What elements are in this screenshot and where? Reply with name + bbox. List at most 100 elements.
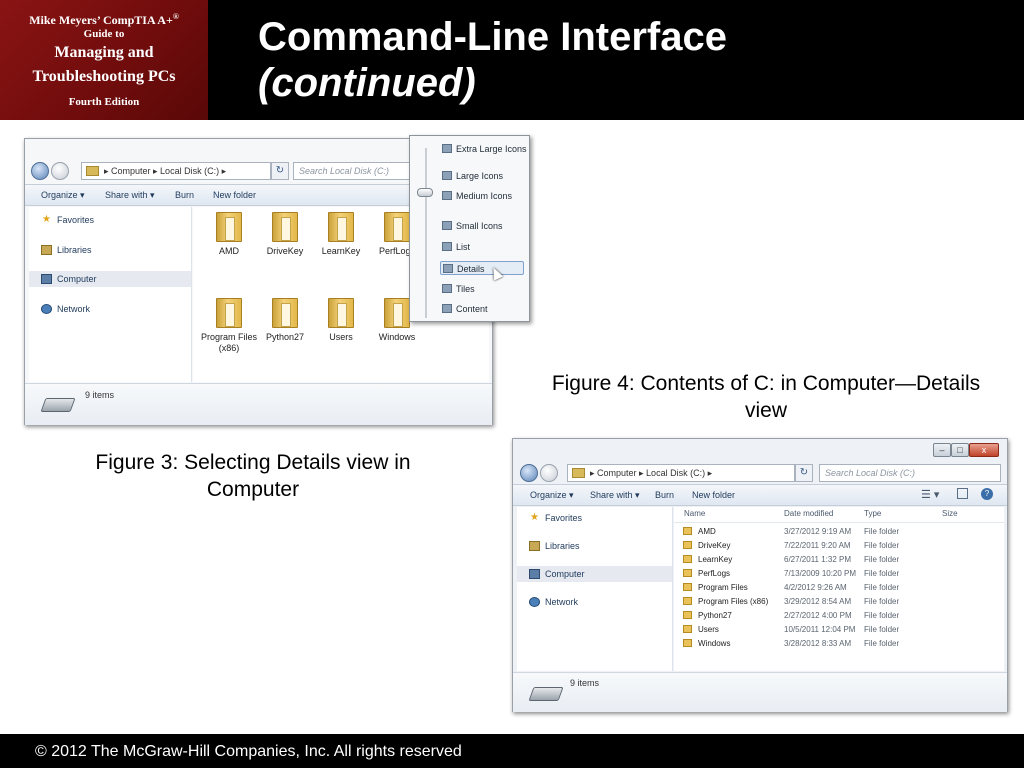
new-folder-button[interactable]: New folder: [213, 190, 256, 200]
nav-label: Favorites: [545, 513, 583, 523]
address-bar[interactable]: ▸ Computer ▸ Local Disk (C:) ▸: [567, 464, 795, 482]
preview-pane-icon[interactable]: [957, 488, 968, 499]
folder-item[interactable]: Program Files (x86): [201, 298, 257, 354]
nav-item-favorites[interactable]: ★ Favorites: [517, 510, 672, 526]
folder-item[interactable]: Python27: [257, 298, 313, 343]
column-header-size[interactable]: Size: [942, 509, 958, 518]
view-menu-item-small-icons[interactable]: Small Icons: [440, 219, 524, 233]
row-name: PerfLogs: [698, 569, 731, 578]
forward-button[interactable]: [540, 464, 558, 482]
slide-footer: © 2012 The McGraw-Hill Companies, Inc. A…: [0, 734, 1024, 768]
medium-icons-icon: [442, 191, 452, 200]
column-header-type[interactable]: Type: [864, 509, 881, 518]
back-button[interactable]: [31, 162, 49, 180]
burn-button[interactable]: Burn: [175, 190, 194, 200]
nav-item-libraries[interactable]: Libraries: [29, 242, 191, 258]
burn-button[interactable]: Burn: [655, 490, 674, 500]
help-icon[interactable]: ?: [981, 488, 993, 500]
nav-label: Favorites: [57, 215, 95, 225]
organize-button[interactable]: Organize ▾: [41, 190, 85, 201]
view-menu-item-tiles[interactable]: Tiles: [440, 282, 524, 296]
view-slider-thumb[interactable]: [417, 188, 433, 197]
table-row[interactable]: Program Files 4/2/2012 9:26 AM File folder: [674, 581, 1004, 595]
search-input[interactable]: Search Local Disk (C:): [819, 464, 1001, 482]
back-button[interactable]: [520, 464, 538, 482]
view-menu-item-large-icons[interactable]: Large Icons: [440, 169, 524, 183]
column-header-date-modified[interactable]: Date modified: [784, 509, 833, 518]
address-bar[interactable]: ▸ Computer ▸ Local Disk (C:) ▸: [81, 162, 271, 180]
table-row[interactable]: Python27 2/27/2012 4:00 PM File folder: [674, 609, 1004, 623]
view-menu-item-details[interactable]: Details: [440, 261, 524, 275]
nav-item-network[interactable]: Network: [29, 301, 191, 317]
table-row[interactable]: Program Files (x86) 3/29/2012 8:54 AM File…: [674, 595, 1004, 609]
nav-item-network[interactable]: Network: [517, 594, 672, 610]
folder-label: Windows: [378, 332, 416, 342]
row-date: 6/27/2011 1:32 PM: [784, 555, 852, 564]
network-icon: [41, 304, 52, 314]
view-menu-label: Large Icons: [456, 171, 504, 181]
row-type: File folder: [864, 555, 900, 564]
view-menu-item-list[interactable]: List: [440, 240, 524, 254]
library-icon: [529, 541, 540, 551]
nav-item-computer[interactable]: Computer: [29, 271, 191, 287]
change-view-icon[interactable]: ☰ ▾: [921, 488, 939, 501]
column-header-name[interactable]: Name: [684, 509, 705, 518]
table-row[interactable]: LearnKey 6/27/2011 1:32 PM File folder: [674, 553, 1004, 567]
nav-item-libraries[interactable]: Libraries: [517, 538, 672, 554]
folder-item[interactable]: Users: [313, 298, 369, 343]
share-with-button[interactable]: Share with ▾: [105, 190, 155, 201]
view-menu-label: Medium Icons: [456, 191, 513, 201]
view-menu-item-content[interactable]: Content: [440, 302, 524, 316]
folder-item[interactable]: LearnKey: [313, 212, 369, 257]
table-row[interactable]: Users 10/5/2011 12:04 PM File folder: [674, 623, 1004, 637]
row-date: 7/22/2011 9:20 AM: [784, 541, 851, 550]
tiles-icon: [442, 284, 452, 293]
folder-label: DriveKey: [266, 246, 304, 256]
search-input[interactable]: Search Local Disk (C:): [293, 162, 413, 180]
nav-item-favorites[interactable]: ★ Favorites: [29, 212, 191, 228]
nav-label: Network: [545, 597, 579, 607]
row-type: File folder: [864, 639, 900, 648]
nav-label: Libraries: [57, 245, 92, 255]
computer-folder-icon: [572, 468, 585, 478]
star-icon: ★: [42, 214, 51, 225]
close-button[interactable]: x: [969, 443, 999, 457]
library-icon: [41, 245, 52, 255]
row-type: File folder: [864, 597, 900, 606]
new-folder-button[interactable]: New folder: [692, 490, 735, 500]
row-type: File folder: [864, 569, 900, 578]
table-row[interactable]: AMD 3/27/2012 9:19 AM File folder: [674, 525, 1004, 539]
share-with-button[interactable]: Share with ▾: [590, 490, 640, 501]
row-type: File folder: [864, 611, 900, 620]
slide-header: Mike Meyers’ CompTIA A+® Guide to Managi…: [0, 0, 1024, 120]
row-type: File folder: [864, 583, 900, 592]
nav-item-computer[interactable]: Computer: [517, 566, 672, 582]
view-menu-item-extra-large-icons[interactable]: Extra Large Icons: [440, 142, 527, 156]
table-row[interactable]: Windows 3/28/2012 8:33 AM File folder: [674, 637, 1004, 651]
table-row[interactable]: PerfLogs 7/13/2009 10:20 PM File folder: [674, 567, 1004, 581]
view-menu-label: Small Icons: [456, 221, 503, 231]
explorer-window-figure4: – □ x ▸ Computer ▸ Local Disk (C:) ▸ ↻ S…: [512, 438, 1008, 712]
window-controls: – □ x: [933, 443, 1005, 459]
maximize-button[interactable]: □: [951, 443, 969, 457]
folder-icon: [683, 625, 692, 633]
refresh-button[interactable]: ↻: [271, 162, 289, 180]
list-icon: [442, 242, 452, 251]
folder-icon: [328, 212, 354, 242]
refresh-button[interactable]: ↻: [795, 464, 813, 482]
file-list-details: Name Date modified Type Size AMD 3/27/201…: [674, 507, 1004, 671]
navigation-pane: ★ Favorites Libraries Computer Network: [29, 207, 192, 382]
details-icon: [443, 264, 453, 273]
folder-item[interactable]: AMD: [201, 212, 257, 257]
book-badge: Mike Meyers’ CompTIA A+® Guide to Managi…: [0, 0, 208, 120]
folder-item[interactable]: DriveKey: [257, 212, 313, 257]
view-menu-item-medium-icons[interactable]: Medium Icons: [440, 189, 524, 203]
view-slider-track[interactable]: [425, 148, 427, 318]
minimize-button[interactable]: –: [933, 443, 951, 457]
computer-folder-icon: [86, 166, 99, 176]
forward-button[interactable]: [51, 162, 69, 180]
table-row[interactable]: DriveKey 7/22/2011 9:20 AM File folder: [674, 539, 1004, 553]
copyright-text: © 2012 The McGraw-Hill Companies, Inc. A…: [35, 743, 462, 760]
organize-button[interactable]: Organize ▾: [530, 490, 574, 501]
folder-icon: [683, 639, 692, 647]
